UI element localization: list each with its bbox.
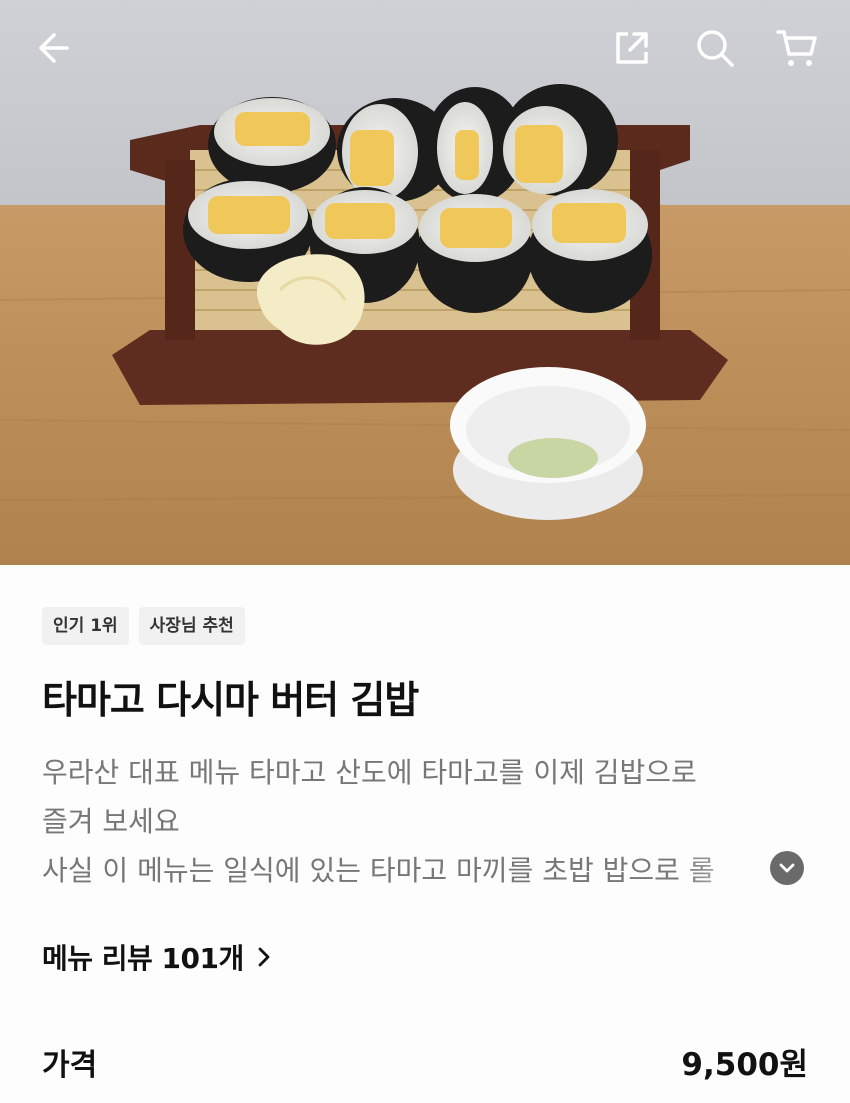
product-description: 우라산 대표 메뉴 타마고 산도에 타마고를 이제 김밥으로 즐겨 보세요 사실… [42,748,812,895]
price-label: 가격 [42,1047,98,1083]
description-line: 우라산 대표 메뉴 타마고 산도에 타마고를 이제 김밥으로 [42,756,697,789]
menu-reviews-link[interactable]: 메뉴 리뷰 101개 [42,937,274,977]
chevron-down-icon [779,863,795,873]
tag-owner-pick: 사장님 추천 [138,607,245,645]
price-value: 9,500원 [681,1047,808,1083]
description-line: 사실 이 메뉴는 일식에 있는 타마고 마끼를 초밥 밥으로 롤 [42,846,782,895]
expand-description-button[interactable] [770,851,804,885]
cart-icon [776,30,817,66]
search-icon [697,30,734,67]
top-navigation [0,0,850,96]
product-title: 타마고 다시마 버터 김밥 [42,678,419,722]
tag-popular: 인기 1위 [42,607,129,645]
cart-button[interactable] [771,22,823,74]
description-line: 즐겨 보세요 [42,805,180,838]
tag-list: 인기 1위 사장님 추천 [42,607,245,645]
share-external-icon [616,32,648,64]
arrow-left-icon [39,33,69,63]
price-row: 가격 9,500원 [42,1039,808,1084]
product-details: 인기 1위 사장님 추천 타마고 다시마 버터 김밥 우라산 대표 메뉴 타마고… [0,565,850,1103]
reviews-label: 메뉴 리뷰 101개 [42,942,244,975]
chevron-right-icon [258,947,270,967]
share-button[interactable] [606,22,658,74]
search-button[interactable] [689,22,741,74]
back-button[interactable] [28,22,80,74]
